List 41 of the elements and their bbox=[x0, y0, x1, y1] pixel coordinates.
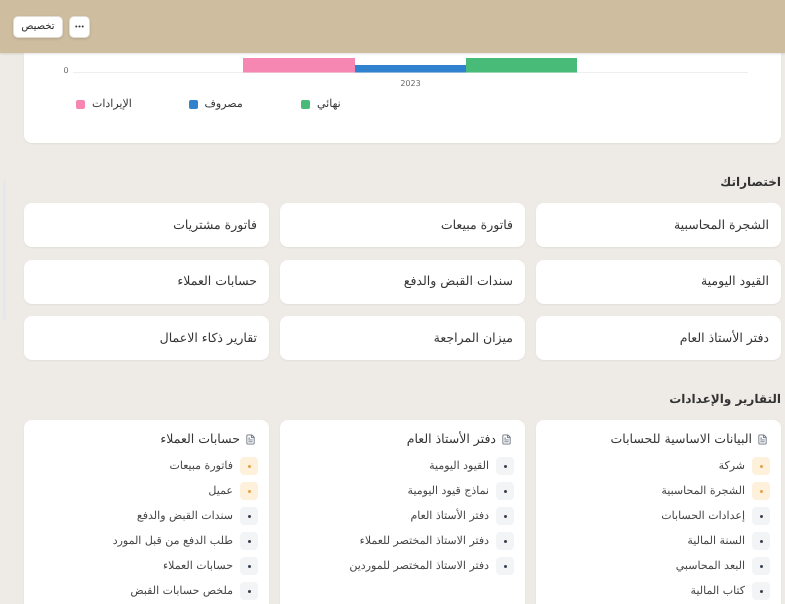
more-button[interactable] bbox=[69, 16, 90, 38]
report-link[interactable]: إعدادات الحسابات bbox=[661, 509, 745, 523]
report-link[interactable]: شركة bbox=[718, 459, 745, 473]
shortcut-card[interactable]: الشجرة المحاسبية bbox=[536, 203, 781, 247]
report-link[interactable]: حسابات العملاء bbox=[162, 559, 233, 573]
section-heading: اختصاراتك bbox=[720, 175, 781, 189]
report-link[interactable]: نماذج قيود اليومية bbox=[408, 484, 489, 498]
document-icon bbox=[501, 434, 512, 444]
report-link[interactable]: دفتر الاستاذ المختصر للموردين bbox=[349, 559, 489, 573]
report-link[interactable]: دفتر الاستاذ المختصر للعملاء bbox=[360, 534, 489, 548]
report-card-title: حسابات العملاء bbox=[160, 432, 240, 446]
report-link[interactable]: طلب الدفع من قبل المورد bbox=[112, 534, 233, 548]
document-icon bbox=[245, 434, 256, 444]
report-card-title: دفتر الأستاذ العام bbox=[406, 432, 496, 446]
report-link[interactable]: البعد المحاسبي bbox=[676, 559, 745, 573]
legend-label: الإيرادات bbox=[92, 98, 132, 110]
shortcut-card[interactable]: دفتر الأستاذ العام bbox=[536, 316, 781, 360]
document-icon bbox=[757, 434, 768, 444]
shortcut-card[interactable]: تقارير ذكاء الاعمال bbox=[24, 316, 269, 360]
legend-label: نهائي bbox=[317, 98, 341, 110]
x-axis-label: 2023 bbox=[400, 78, 421, 90]
legend-label: مصروف bbox=[204, 98, 243, 110]
report-card-title: البيانات الاساسية للحسابات bbox=[610, 432, 752, 446]
report-link[interactable]: السنة المالية bbox=[687, 534, 745, 548]
shortcut-card[interactable]: سندات القبض والدفع bbox=[280, 260, 525, 304]
shortcut-card[interactable]: فاتورة مشتريات bbox=[24, 203, 269, 247]
customize-button[interactable]: تخصيص bbox=[13, 16, 63, 38]
report-link[interactable]: ملخص حسابات القبض bbox=[130, 584, 233, 598]
report-link[interactable]: سندات القبض والدفع bbox=[136, 509, 233, 523]
report-link[interactable]: القيود اليومية bbox=[429, 459, 489, 473]
shortcut-card[interactable]: ميزان المراجعة bbox=[280, 316, 525, 360]
report-link[interactable]: دفتر الأستاذ العام bbox=[410, 509, 489, 523]
report-link[interactable]: عميل bbox=[208, 484, 233, 498]
shortcut-card[interactable]: حسابات العملاء bbox=[24, 260, 269, 304]
shortcut-card[interactable]: القيود اليومية bbox=[536, 260, 781, 304]
section-heading: التقارير والإعدادات bbox=[669, 392, 781, 406]
report-link[interactable]: الشجرة المحاسبية bbox=[661, 484, 745, 498]
y-axis-label: 0 bbox=[62, 66, 70, 77]
shortcut-card[interactable]: فاتورة مبيعات bbox=[280, 203, 525, 247]
report-link[interactable]: فاتورة مبيعات bbox=[170, 459, 233, 473]
report-link[interactable]: كتاب المالية bbox=[690, 584, 745, 598]
